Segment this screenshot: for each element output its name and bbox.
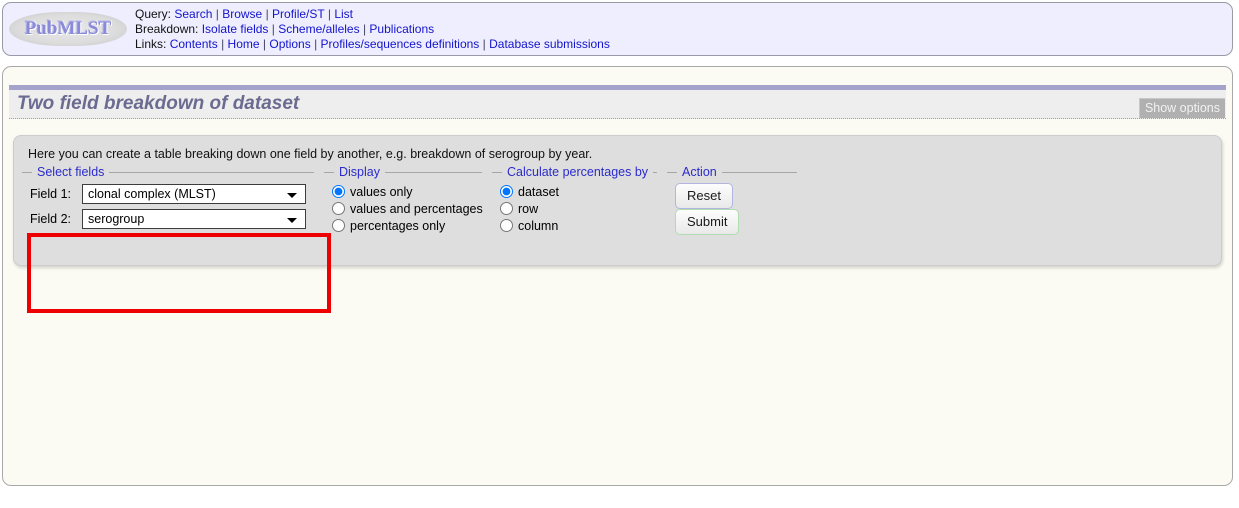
field2-select[interactable]: serogroup bbox=[82, 208, 306, 229]
field2-row: Field 2: serogroup bbox=[30, 208, 306, 229]
nav-link-profile-st[interactable]: Profile/ST bbox=[272, 7, 324, 21]
page-title-bar: Two field breakdown of dataset Show opti… bbox=[9, 85, 1226, 119]
main-content-panel: Two field breakdown of dataset Show opti… bbox=[2, 66, 1233, 486]
action-group: Action Reset Submit bbox=[667, 165, 797, 239]
nav-separator: | bbox=[271, 22, 275, 36]
nav-label-breakdown: Breakdown: bbox=[135, 22, 199, 36]
field2-label: Field 2: bbox=[30, 211, 71, 226]
percentages-option-column[interactable]: column bbox=[500, 217, 649, 234]
calculate-percentages-group: Calculate percentages by dataset row col… bbox=[492, 165, 657, 238]
field1-row: Field 1: clonal complex (MLST) bbox=[30, 183, 306, 204]
nav-link-isolate-fields[interactable]: Isolate fields bbox=[202, 22, 269, 36]
form-fieldset-row: Select fields Field 1: clonal complex (M… bbox=[22, 165, 1213, 239]
header-nav: Query: Search | Browse | Profile/ST | Li… bbox=[135, 6, 1232, 52]
display-option-values-only[interactable]: values only bbox=[332, 183, 474, 200]
field1-select[interactable]: clonal complex (MLST) bbox=[82, 183, 306, 204]
nav-separator: | bbox=[314, 37, 318, 51]
pubmlst-logo-text: PubMLST bbox=[24, 18, 112, 39]
nav-link-list[interactable]: List bbox=[334, 7, 353, 21]
chevron-down-icon bbox=[287, 217, 297, 223]
select-fields-body: Field 1: clonal complex (MLST) Field 2: … bbox=[30, 173, 306, 229]
action-body: Reset Submit bbox=[675, 173, 789, 235]
select-fields-highlight-box bbox=[27, 233, 331, 313]
site-header: PubMLST Query: Search | Browse | Profile… bbox=[2, 2, 1233, 56]
display-option-percentages-only[interactable]: percentages only bbox=[332, 217, 474, 234]
calculate-percentages-body: dataset row column bbox=[500, 173, 649, 234]
display-label-values-only[interactable]: values only bbox=[350, 185, 413, 199]
pubmlst-logo[interactable]: PubMLST bbox=[9, 12, 127, 46]
nav-line-query: Query: Search | Browse | Profile/ST | Li… bbox=[135, 7, 1232, 22]
nav-link-contents[interactable]: Contents bbox=[170, 37, 218, 51]
percentages-label-row[interactable]: row bbox=[518, 202, 538, 216]
form-intro-text: Here you can create a table breaking dow… bbox=[28, 147, 593, 161]
select-fields-legend: Select fields bbox=[32, 165, 110, 179]
display-label-percentages-only[interactable]: percentages only bbox=[350, 219, 445, 233]
nav-link-scheme-alleles[interactable]: Scheme/alleles bbox=[278, 22, 359, 36]
nav-link-profiles-sequences-definitions[interactable]: Profiles/sequences definitions bbox=[321, 37, 480, 51]
show-options-button[interactable]: Show options bbox=[1138, 98, 1225, 118]
action-legend: Action bbox=[677, 165, 722, 179]
nav-separator: | bbox=[221, 37, 225, 51]
nav-separator: | bbox=[482, 37, 486, 51]
nav-link-search[interactable]: Search bbox=[174, 7, 212, 21]
nav-separator: | bbox=[262, 37, 267, 51]
nav-link-publications[interactable]: Publications bbox=[369, 22, 434, 36]
percentages-option-dataset[interactable]: dataset bbox=[500, 183, 649, 200]
percentages-radio-column[interactable] bbox=[500, 219, 513, 232]
nav-link-database-submissions[interactable]: Database submissions bbox=[489, 37, 610, 51]
field1-label: Field 1: bbox=[30, 186, 71, 201]
display-radio-values-only[interactable] bbox=[332, 185, 345, 198]
display-label-values-and-percentages[interactable]: values and percentages bbox=[350, 202, 483, 216]
calculate-percentages-legend: Calculate percentages by bbox=[502, 165, 654, 179]
nav-line-links: Links: Contents | Home | Options | Profi… bbox=[135, 37, 1232, 52]
submit-button[interactable]: Submit bbox=[675, 209, 740, 235]
percentages-option-row[interactable]: row bbox=[500, 200, 649, 217]
nav-label-links: Links: bbox=[135, 37, 167, 51]
select-fields-group: Select fields Field 1: clonal complex (M… bbox=[22, 165, 314, 237]
nav-separator: | bbox=[215, 7, 219, 21]
nav-separator: | bbox=[362, 22, 367, 36]
percentages-label-column[interactable]: column bbox=[518, 219, 558, 233]
percentages-radio-row[interactable] bbox=[500, 202, 513, 215]
nav-link-browse[interactable]: Browse bbox=[222, 7, 262, 21]
percentages-radio-dataset[interactable] bbox=[500, 185, 513, 198]
field1-select-value: clonal complex (MLST) bbox=[88, 186, 216, 201]
nav-separator: | bbox=[265, 7, 269, 21]
reset-button[interactable]: Reset bbox=[675, 183, 733, 209]
display-body: values only values and percentages perce… bbox=[332, 173, 483, 234]
nav-line-breakdown: Breakdown: Isolate fields | Scheme/allel… bbox=[135, 22, 1232, 37]
nav-separator: | bbox=[327, 7, 331, 21]
page-title: Two field breakdown of dataset bbox=[17, 93, 300, 114]
nav-link-home[interactable]: Home bbox=[228, 37, 260, 51]
chevron-down-icon bbox=[287, 192, 297, 198]
percentages-label-dataset[interactable]: dataset bbox=[518, 185, 559, 199]
field2-select-value: serogroup bbox=[88, 211, 145, 226]
nav-label-query: Query: bbox=[135, 7, 172, 21]
display-radio-percentages-only[interactable] bbox=[332, 219, 345, 232]
display-legend: Display bbox=[334, 165, 385, 179]
display-group: Display values only values and percentag… bbox=[324, 165, 483, 238]
display-option-values-and-percentages[interactable]: values and percentages bbox=[332, 200, 483, 217]
breakdown-form: Here you can create a table breaking dow… bbox=[13, 135, 1222, 313]
display-radio-values-and-percentages[interactable] bbox=[332, 202, 345, 215]
nav-link-options[interactable]: Options bbox=[269, 37, 310, 51]
